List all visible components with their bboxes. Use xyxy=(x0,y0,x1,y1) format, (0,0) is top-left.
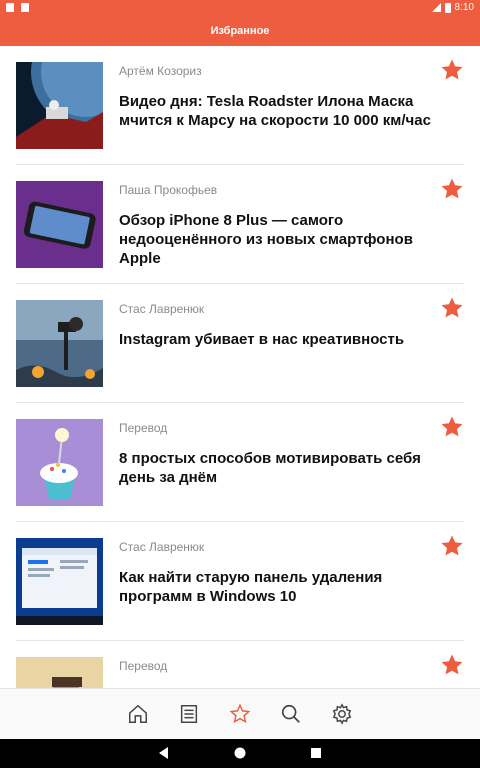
article-item[interactable]: Стас Лавренюк Как найти старую панель уд… xyxy=(16,522,464,641)
notification-icon xyxy=(21,3,29,12)
article-feed[interactable]: Артём Козориз Видео дня: Tesla Roadster … xyxy=(0,46,480,688)
notification-icon xyxy=(6,3,14,12)
favorite-star-icon[interactable] xyxy=(440,296,464,320)
battery-icon xyxy=(444,3,451,13)
article-author: Перевод xyxy=(119,421,168,435)
article-item[interactable]: Перевод xyxy=(16,641,464,688)
article-title[interactable]: Видео дня: Tesla Roadster Илона Маска мч… xyxy=(119,92,449,130)
status-bar: 8:10 xyxy=(0,0,480,16)
article-thumbnail[interactable] xyxy=(16,419,103,506)
bottom-navigation xyxy=(0,688,480,739)
clock: 8:10 xyxy=(454,2,474,13)
gear-icon[interactable] xyxy=(331,703,353,725)
article-thumbnail[interactable] xyxy=(16,538,103,625)
favorite-star-icon[interactable] xyxy=(440,653,464,677)
article-thumbnail[interactable] xyxy=(16,181,103,268)
article-title[interactable]: Обзор iPhone 8 Plus — самого недооценённ… xyxy=(119,211,449,268)
signal-icon xyxy=(431,3,441,13)
back-icon[interactable] xyxy=(157,746,171,760)
article-thumbnail[interactable] xyxy=(16,62,103,149)
star-icon[interactable] xyxy=(229,703,251,725)
article-thumbnail[interactable] xyxy=(16,657,103,688)
favorite-star-icon[interactable] xyxy=(440,177,464,201)
article-author: Паша Прокофьев xyxy=(119,183,218,197)
article-author: Стас Лавренюк xyxy=(119,540,205,554)
article-title[interactable]: Instagram убивает в нас креативность xyxy=(119,330,449,349)
article-author: Артём Козориз xyxy=(119,64,202,78)
article-author: Стас Лавренюк xyxy=(119,302,205,316)
article-item[interactable]: Перевод 8 простых способов мотивировать … xyxy=(16,403,464,522)
system-navigation-bar xyxy=(0,739,480,768)
search-icon[interactable] xyxy=(280,703,302,725)
article-list-icon[interactable] xyxy=(178,703,200,725)
article-item[interactable]: Паша Прокофьев Обзор iPhone 8 Plus — сам… xyxy=(16,165,464,284)
article-item[interactable]: Стас Лавренюк Instagram убивает в нас кр… xyxy=(16,284,464,403)
home-circle-icon[interactable] xyxy=(233,746,247,760)
article-item[interactable]: Артём Козориз Видео дня: Tesla Roadster … xyxy=(16,46,464,165)
home-icon[interactable] xyxy=(127,703,149,725)
app-bar: Избранное xyxy=(0,16,480,46)
favorite-star-icon[interactable] xyxy=(440,534,464,558)
article-title[interactable]: Как найти старую панель удаления програм… xyxy=(119,568,449,606)
article-title[interactable]: 8 простых способов мотивировать себя ден… xyxy=(119,449,449,487)
page-title: Избранное xyxy=(210,25,270,37)
article-author: Перевод xyxy=(119,659,168,673)
recents-icon[interactable] xyxy=(309,746,323,760)
article-thumbnail[interactable] xyxy=(16,300,103,387)
favorite-star-icon[interactable] xyxy=(440,58,464,82)
favorite-star-icon[interactable] xyxy=(440,415,464,439)
